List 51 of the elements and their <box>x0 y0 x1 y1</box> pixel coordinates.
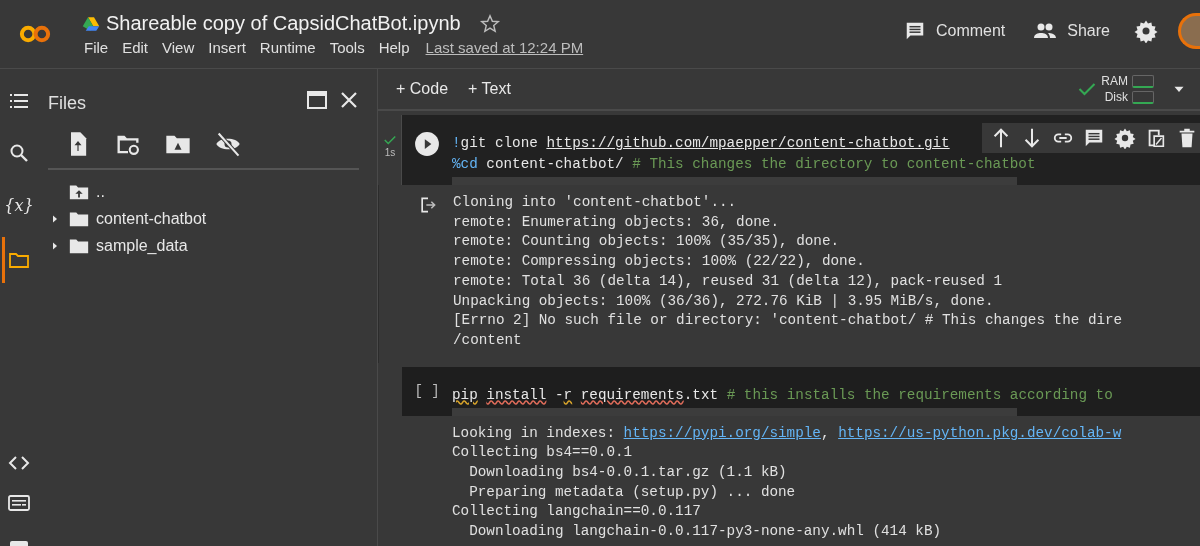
disk-label: Disk <box>1104 90 1128 104</box>
menu-item[interactable]: Tools <box>329 39 365 56</box>
file-tree-item[interactable]: content-chatbot <box>96 209 207 228</box>
disk-meter <box>1132 90 1154 104</box>
run-button-icon[interactable] <box>414 131 440 157</box>
output-line: remote: Enumerating objects: 36, done. <box>453 212 781 232</box>
menu-item[interactable]: Runtime <box>259 39 316 56</box>
add-code-button[interactable]: + Code <box>390 76 455 102</box>
file-tree-item[interactable]: sample_data <box>96 236 188 255</box>
output-line: remote: Counting objects: 100% (35/35), done. <box>453 232 841 252</box>
output-line: Collecting bs4==0.0.1 <box>452 443 634 463</box>
settings-icon[interactable] <box>1134 19 1158 43</box>
ram-label: RAM <box>1101 74 1128 88</box>
menu-item[interactable]: Insert <box>208 39 246 56</box>
output-line: [Errno 2] No such file or directory: 'content-chatbot/ # This changes the dire <box>453 311 1124 331</box>
execution-count: [ ] <box>414 382 440 401</box>
code-line: %cd content-chatbot/ # This changes the directory to content-chatbot <box>452 155 1036 174</box>
output-line: Unpacking objects: 100% (36/36), 272.76 KiB | 3.95 MiB/s, done. <box>453 291 995 311</box>
output-line: Downloading bs4-0.0.1.tar.gz (1.1 kB) <box>468 463 788 483</box>
share-button[interactable]: Share <box>1029 13 1114 49</box>
last-saved-link[interactable]: Last saved at 12:24 PM <box>425 39 584 56</box>
drive-icon <box>82 14 100 33</box>
output-line: remote: Compressing objects: 100% (22/22), done. <box>453 252 866 272</box>
star-icon[interactable] <box>478 12 501 35</box>
comment-button[interactable]: Comment <box>899 14 1010 48</box>
output-line: Downloading langchain-0.0.117-py3-none-any.whl (414 kB) <box>468 522 943 542</box>
settings-icon[interactable] <box>1114 127 1136 149</box>
ram-meter <box>1132 74 1154 88</box>
output-line: remote: Total 36 (delta 14), reused 31 (delta 12), pack-reused 1 <box>453 271 1004 291</box>
output-link[interactable]: https://pypi.org/simple <box>623 424 821 441</box>
code-line: !git clone https://github.com/mpaepper/content-chatbot.git <box>452 134 950 153</box>
file-tree-item[interactable]: .. <box>96 182 105 201</box>
avatar[interactable] <box>1178 13 1200 49</box>
output-link[interactable]: https://us-python.pkg.dev/colab-w <box>838 424 1122 441</box>
notebook-title[interactable]: Shareable copy of CapsidChatBot.ipynb <box>106 12 461 35</box>
panel-title: Files <box>48 93 86 114</box>
output-line: Cloning into 'content-chatbot'... <box>453 193 738 212</box>
add-text-button[interactable]: + Text <box>462 76 517 102</box>
eye-off-icon[interactable] <box>214 130 242 158</box>
output-line: /content <box>453 330 523 350</box>
code-line: pip install -r requirements.txt # this installs the requirements according to <box>452 385 1113 405</box>
menu-item[interactable]: View <box>162 39 195 56</box>
output-line: Looking in indexes: https://pypi.org/simple, https://us-python.pkg.dev/colab-w <box>452 423 1123 443</box>
execution-time: 1s <box>384 147 396 158</box>
output-line: Collecting langchain==0.0.117 <box>452 502 702 522</box>
menu-item[interactable]: Edit <box>122 39 149 56</box>
output-line: Preparing metadata (setup.py) ... done <box>468 482 797 502</box>
variables-button[interactable]: {x} <box>4 195 34 215</box>
menu-item[interactable]: File <box>84 39 109 56</box>
menu-item[interactable]: Help <box>378 39 410 56</box>
output-icon[interactable] <box>418 195 438 215</box>
